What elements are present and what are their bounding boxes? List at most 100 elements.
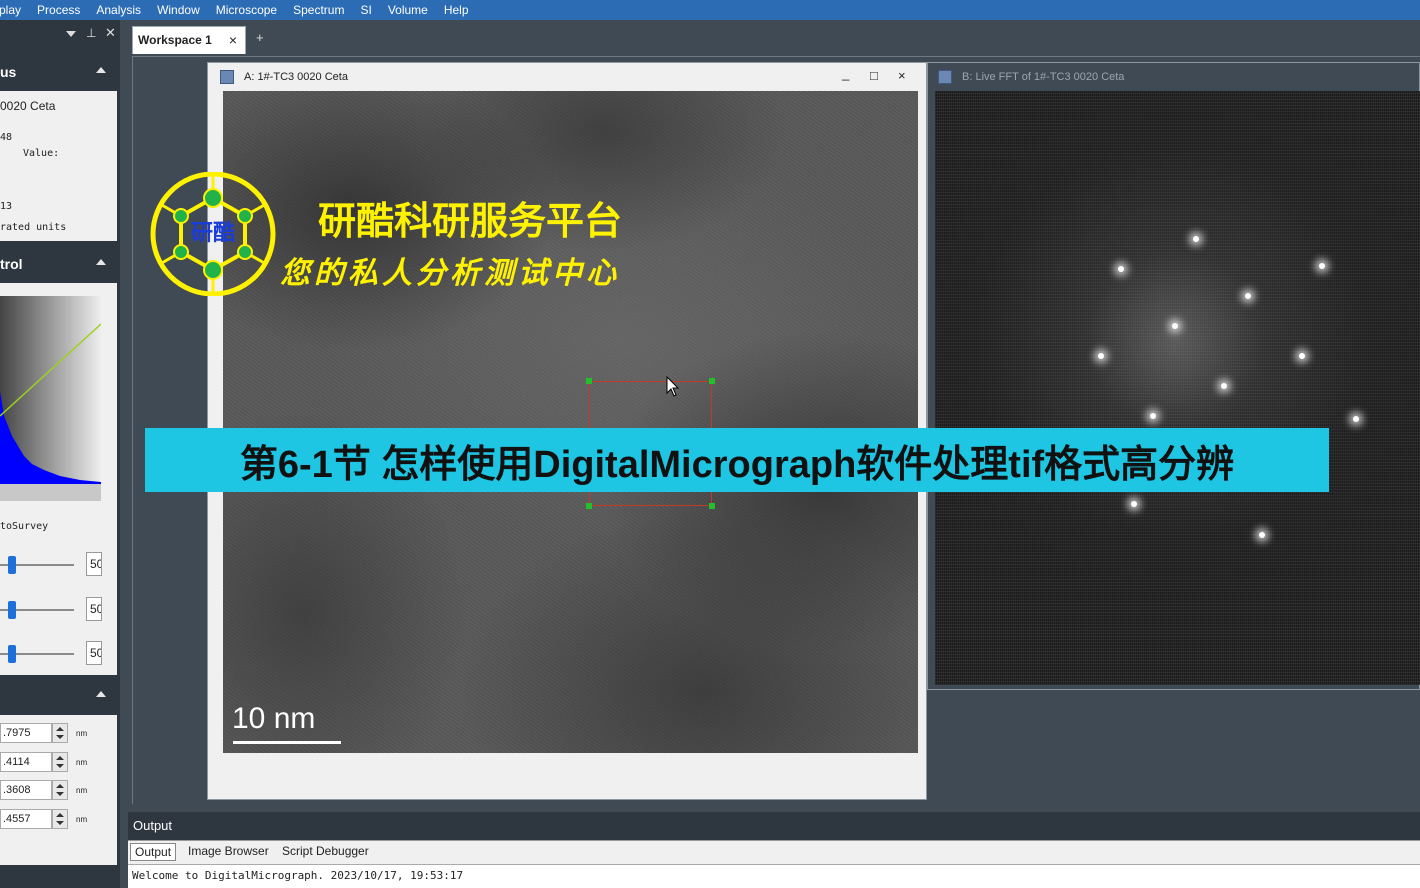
control-panel-title: trol [0,256,23,272]
workspace-tab-bar: Workspace 1 × + [120,20,1420,54]
menu-spectrum[interactable]: Spectrum [293,3,344,17]
panel-toolbar: ⊥ ✕ [0,20,120,48]
log-line: Welcome to DigitalMicrograph. 2023/10/17… [132,869,464,882]
fft-spot [1353,416,1359,422]
window-title-bar[interactable]: A: 1#-TC3 0020 Ceta _ □ × [208,63,926,91]
unit-label: nm [76,786,88,795]
fft-spot [1098,353,1104,359]
status-line: 48 [0,132,13,143]
slider-value-field[interactable]: 50 [86,597,102,621]
menu-process[interactable]: Process [37,3,80,17]
histogram-plot [0,323,101,501]
spinner[interactable] [52,780,68,800]
histogram[interactable] [0,296,101,501]
close-icon[interactable]: ✕ [105,25,116,41]
control-panel-body: toSurvey 50 50 50 [0,283,117,675]
fft-spot [1245,293,1251,299]
banner-text: 第6-1节 怎样使用DigitalMicrograph软件处理tif格式高分辨 [239,443,1235,486]
units-label: rated units [0,222,67,233]
menu-volume[interactable]: Volume [388,3,428,17]
menu-bar: play Process Analysis Window Microscope … [0,0,1420,20]
scale-bar [233,741,341,744]
brand-title: 研酷科研服务平台 [318,198,623,243]
slider-value-field[interactable]: 50 [86,552,102,576]
tab-script-debugger[interactable]: Script Debugger [282,844,369,858]
roi-handle[interactable] [709,503,715,509]
tab-workspace-1[interactable]: Workspace 1 × [132,26,246,54]
spinner[interactable] [52,752,68,772]
fft-spot [1299,353,1305,359]
lesson-banner: 第6-1节 怎样使用DigitalMicrograph软件处理tif格式高分辨 [145,428,1329,492]
maximize-button[interactable]: □ [870,68,878,83]
fft-spot [1319,263,1325,269]
slider-thumb[interactable] [8,601,16,619]
left-panel: ⊥ ✕ us 0020 Ceta 48 Value: 13 rated unit… [0,20,120,888]
collapse-icon[interactable] [96,67,106,73]
mouse-cursor-icon [666,376,680,397]
unit-label: nm [76,729,88,738]
brand-slogan: 您的私人分析测试中心 [280,256,620,291]
status-line: 13 [0,201,13,212]
menu-si[interactable]: SI [360,3,371,17]
calibration-field[interactable]: .7975 [0,723,52,743]
tab-label: Workspace 1 [138,33,212,47]
fft-spot [1131,501,1137,507]
value-label: Value: [23,148,60,159]
calibration-panel-header[interactable] [0,678,118,714]
fft-spot [1172,323,1178,329]
pin-icon[interactable]: ⊥ [86,26,96,40]
add-workspace-button[interactable]: + [256,30,264,45]
window-title: A: 1#-TC3 0020 Ceta [244,71,348,83]
control-panel-header[interactable]: trol [0,246,118,282]
calibration-panel-body: .7975 nm .4114 nm .3608 nm .4557 nm [0,715,117,865]
calibration-field[interactable]: .4557 [0,809,52,829]
image-name: 0020 Ceta [0,99,56,113]
slider-thumb[interactable] [8,556,16,574]
fft-image[interactable] [935,91,1420,685]
menu-microscope[interactable]: Microscope [216,3,277,17]
image-window-icon [938,70,952,84]
menu-display[interactable]: play [0,3,21,17]
calibration-field[interactable]: .4114 [0,752,52,772]
spinner[interactable] [52,809,68,829]
roi-handle[interactable] [586,378,592,384]
close-tab-icon[interactable]: × [229,32,237,48]
menu-window[interactable]: Window [157,3,200,17]
panel-dropdown-icon[interactable] [66,31,76,37]
tab-output[interactable]: Output [130,843,177,861]
spinner[interactable] [52,723,68,743]
fft-spot [1118,266,1124,272]
collapse-icon[interactable] [96,691,106,697]
logo: 研酷 [150,172,276,296]
window-title-bar[interactable]: B: Live FFT of 1#-TC3 0020 Ceta [928,63,1419,91]
output-panel-header: Output [128,812,1420,840]
fft-spot [1259,532,1265,538]
slider-value-field[interactable]: 50 [86,641,102,665]
fft-texture [935,91,1420,685]
minimize-button[interactable]: _ [842,66,849,81]
unit-label: nm [76,758,88,767]
output-header-title: Output [133,818,173,833]
status-panel-header[interactable]: us [0,54,118,90]
image-window-icon [220,70,234,84]
window-title: B: Live FFT of 1#-TC3 0020 Ceta [962,71,1125,83]
unit-label: nm [76,815,88,824]
roi-handle[interactable] [709,378,715,384]
status-panel-title: us [0,64,17,80]
menu-analysis[interactable]: Analysis [96,3,141,17]
output-tabs: Output Image Browser Script Debugger [128,840,1420,864]
collapse-icon[interactable] [96,259,106,265]
scale-bar-label: 10 nm [232,702,316,735]
output-log[interactable]: Welcome to DigitalMicrograph. 2023/10/17… [128,864,1420,888]
status-panel-body: 0020 Ceta 48 Value: 13 rated units [0,91,117,241]
close-button[interactable]: × [898,68,906,83]
menu-help[interactable]: Help [444,3,469,17]
roi-handle[interactable] [586,503,592,509]
survey-mode-label: toSurvey [0,521,49,532]
tab-image-browser[interactable]: Image Browser [188,844,269,858]
fft-spot [1221,383,1227,389]
slider-thumb[interactable] [8,645,16,663]
logo-text: 研酷 [191,221,235,246]
calibration-field[interactable]: .3608 [0,780,52,800]
fft-spot [1150,413,1156,419]
